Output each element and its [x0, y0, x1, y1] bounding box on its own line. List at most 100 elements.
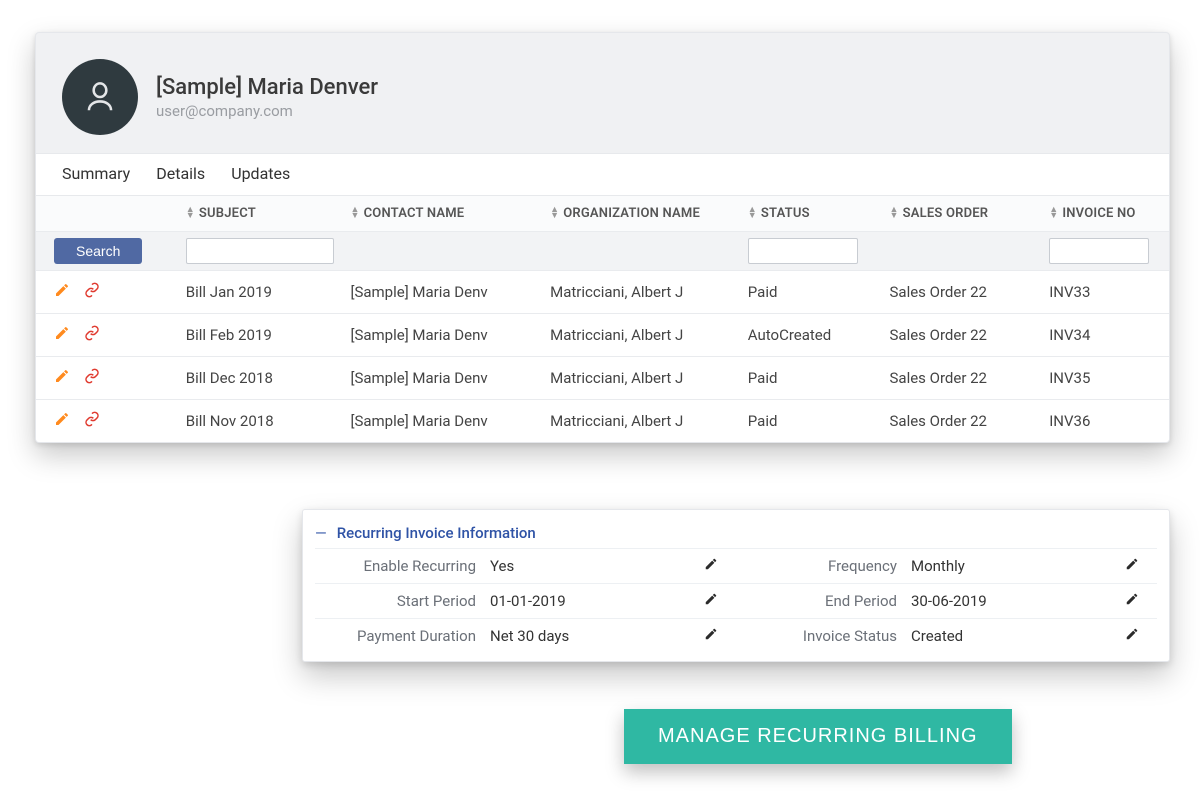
- edit-icon[interactable]: [54, 282, 70, 302]
- field-label: Start Period: [315, 592, 490, 610]
- field-label: End Period: [736, 592, 911, 610]
- th-contact[interactable]: ▲▼ CONTACT NAME: [350, 206, 550, 221]
- th-status[interactable]: ▲▼ STATUS: [740, 206, 890, 221]
- cell-subject: Bill Nov 2018: [176, 412, 351, 430]
- th-organization-label: ORGANIZATION NAME: [563, 206, 700, 221]
- tab-details[interactable]: Details: [156, 164, 205, 183]
- cell-subject: Bill Feb 2019: [176, 326, 351, 344]
- th-subject-label: SUBJECT: [199, 206, 256, 221]
- edit-icon[interactable]: [1125, 557, 1151, 575]
- filter-row: Search: [36, 232, 1169, 271]
- cell-status: AutoCreated: [740, 326, 890, 344]
- cell-status: Paid: [740, 412, 890, 430]
- customer-header: [Sample] Maria Denver user@company.com: [36, 33, 1169, 153]
- field-label: Payment Duration: [315, 627, 490, 645]
- sort-icon: ▲▼: [748, 208, 757, 219]
- edit-icon[interactable]: [54, 411, 70, 431]
- edit-icon[interactable]: [54, 325, 70, 345]
- table-header: ▲▼ SUBJECT ▲▼ CONTACT NAME ▲▼ ORGANIZATI…: [36, 196, 1169, 232]
- edit-icon[interactable]: [704, 592, 730, 610]
- cell-sales: Sales Order 22: [890, 369, 1050, 387]
- edit-icon[interactable]: [54, 368, 70, 388]
- cell-sales: Sales Order 22: [890, 326, 1050, 344]
- field-value: 30-06-2019: [911, 592, 1125, 610]
- cell-sales: Sales Order 22: [890, 283, 1050, 301]
- cell-sales: Sales Order 22: [890, 412, 1050, 430]
- person-icon: [81, 78, 119, 116]
- cell-org: Matricciani, Albert J: [550, 369, 740, 387]
- recurring-title: Recurring Invoice Information: [337, 524, 536, 542]
- link-icon[interactable]: [84, 325, 100, 345]
- sort-icon: ▲▼: [550, 208, 559, 219]
- tabs: Summary Details Updates: [36, 153, 1169, 195]
- table-row: Bill Nov 2018 [Sample] Maria Denv Matric…: [36, 400, 1169, 442]
- edit-icon[interactable]: [704, 627, 730, 645]
- field-enable-recurring: Enable Recurring Yes: [315, 548, 736, 583]
- th-sales-order-label: SALES ORDER: [903, 206, 989, 221]
- th-invoice-no-label: INVOICE NO: [1062, 206, 1135, 221]
- collapse-icon: —: [315, 524, 327, 542]
- cell-contact: [Sample] Maria Denv: [350, 283, 550, 301]
- filter-invoice-input[interactable]: [1049, 238, 1149, 264]
- link-icon[interactable]: [84, 368, 100, 388]
- cell-status: Paid: [740, 283, 890, 301]
- cell-subject: Bill Jan 2019: [176, 283, 351, 301]
- cell-status: Paid: [740, 369, 890, 387]
- filter-subject-input[interactable]: [186, 238, 334, 264]
- avatar: [62, 59, 138, 135]
- field-end-period: End Period 30-06-2019: [736, 583, 1157, 618]
- link-icon[interactable]: [84, 411, 100, 431]
- cell-subject: Bill Dec 2018: [176, 369, 351, 387]
- field-frequency: Frequency Monthly: [736, 548, 1157, 583]
- cell-invoice: INV34: [1049, 326, 1169, 344]
- link-icon[interactable]: [84, 282, 100, 302]
- user-name: [Sample] Maria Denver: [156, 75, 378, 100]
- edit-icon[interactable]: [1125, 627, 1151, 645]
- field-label: Invoice Status: [736, 627, 911, 645]
- tab-summary[interactable]: Summary: [62, 164, 130, 183]
- table-row: Bill Jan 2019 [Sample] Maria Denv Matric…: [36, 271, 1169, 314]
- user-email: user@company.com: [156, 102, 378, 120]
- th-status-label: STATUS: [761, 206, 810, 221]
- field-value: Yes: [490, 557, 704, 575]
- sort-icon: ▲▼: [890, 208, 899, 219]
- cell-invoice: INV33: [1049, 283, 1169, 301]
- field-start-period: Start Period 01-01-2019: [315, 583, 736, 618]
- table-row: Bill Feb 2019 [Sample] Maria Denv Matric…: [36, 314, 1169, 357]
- field-label: Frequency: [736, 557, 911, 575]
- field-value: 01-01-2019: [490, 592, 704, 610]
- field-value: Monthly: [911, 557, 1125, 575]
- sort-icon: ▲▼: [350, 208, 359, 219]
- edit-icon[interactable]: [1125, 592, 1151, 610]
- field-payment-duration: Payment Duration Net 30 days: [315, 618, 736, 653]
- invoice-table: ▲▼ SUBJECT ▲▼ CONTACT NAME ▲▼ ORGANIZATI…: [36, 195, 1169, 442]
- th-contact-label: CONTACT NAME: [364, 206, 465, 221]
- filter-status-input[interactable]: [748, 238, 858, 264]
- customer-panel: [Sample] Maria Denver user@company.com S…: [35, 32, 1170, 443]
- cell-org: Matricciani, Albert J: [550, 326, 740, 344]
- th-sales-order[interactable]: ▲▼ SALES ORDER: [890, 206, 1050, 221]
- th-organization[interactable]: ▲▼ ORGANIZATION NAME: [550, 206, 740, 221]
- recurring-invoice-info-panel: — Recurring Invoice Information Enable R…: [302, 509, 1170, 662]
- th-invoice-no[interactable]: ▲▼ INVOICE NO: [1049, 206, 1169, 221]
- sort-icon: ▲▼: [1049, 208, 1058, 219]
- field-label: Enable Recurring: [315, 557, 490, 575]
- cell-invoice: INV36: [1049, 412, 1169, 430]
- manage-recurring-billing-button[interactable]: MANAGE RECURRING BILLING: [624, 709, 1012, 764]
- field-invoice-status: Invoice Status Created: [736, 618, 1157, 653]
- edit-icon[interactable]: [704, 557, 730, 575]
- recurring-section-header[interactable]: — Recurring Invoice Information: [315, 524, 1157, 548]
- table-row: Bill Dec 2018 [Sample] Maria Denv Matric…: [36, 357, 1169, 400]
- cell-org: Matricciani, Albert J: [550, 412, 740, 430]
- cell-contact: [Sample] Maria Denv: [350, 326, 550, 344]
- sort-icon: ▲▼: [186, 208, 195, 219]
- cell-contact: [Sample] Maria Denv: [350, 369, 550, 387]
- th-subject[interactable]: ▲▼ SUBJECT: [176, 206, 351, 221]
- search-button[interactable]: Search: [54, 238, 142, 264]
- field-value: Net 30 days: [490, 627, 704, 645]
- cell-org: Matricciani, Albert J: [550, 283, 740, 301]
- tab-updates[interactable]: Updates: [231, 164, 290, 183]
- field-value: Created: [911, 627, 1125, 645]
- cell-invoice: INV35: [1049, 369, 1169, 387]
- cell-contact: [Sample] Maria Denv: [350, 412, 550, 430]
